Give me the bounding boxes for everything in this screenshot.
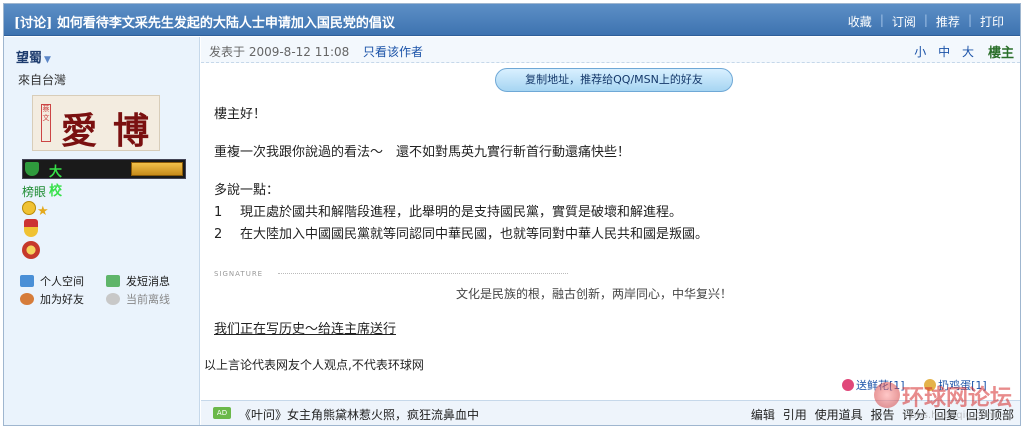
disclaimer: 以上言论代表网友个人观点,不代表环球网 (204, 358, 424, 372)
user-sidebar: 望蜀 ▼ 來自台灣 蔡文 愛 博 大 校 榜眼 ★ 个人空间 发短消息 加为好友 … (4, 37, 200, 425)
font-small-link[interactable]: 小 (914, 45, 926, 59)
offline-icon (106, 293, 120, 305)
list-item: 1 現正處於國共和解階段進程，此舉明的是支持國民黨，實質是破壞和解進程。 (214, 205, 683, 220)
globe-logo-icon (874, 382, 900, 408)
gold-rank-icon (131, 162, 183, 176)
signature-label: SIGNATURE (214, 270, 264, 278)
paragraph: 重複一次我跟你說過的看法～ 還不如對馬英九實行斬首行動還痛快些！ (214, 145, 631, 160)
thread-title-bar: [讨论] 如何看待李文采先生发起的大陆人士申请加入国民党的倡议 收藏 | 订阅 … (4, 4, 1020, 36)
rank-badge: 大 校 (22, 159, 186, 199)
watermark-brand: 环球网论坛 (902, 386, 1013, 411)
online-status: 当前离线 (106, 291, 170, 307)
recommend-button[interactable]: 推荐 (928, 13, 968, 30)
add-friend-icon (20, 293, 34, 305)
list-item: 2 在大陸加入中國國民黨就等同認同中華民國，也就等同對中華人民共和國是叛國。 (214, 227, 709, 242)
font-medium-link[interactable]: 中 (938, 45, 950, 59)
post-frame: [讨论] 如何看待李文采先生发起的大陆人士申请加入国民党的倡议 收藏 | 订阅 … (3, 3, 1021, 426)
thread-actions: 收藏 | 订阅 | 推荐 | 打印 (840, 13, 1012, 30)
user-location: 來自台灣 (18, 73, 67, 87)
greeting: 樓主好！ (214, 107, 267, 122)
ribbon-medal-icon (24, 219, 38, 237)
shield-icon (25, 162, 39, 176)
add-friend-link[interactable]: 加为好友 (20, 291, 84, 307)
edit-button[interactable]: 编辑 (751, 408, 775, 422)
signature-divider: SIGNATURE (214, 270, 574, 278)
message-icon (106, 275, 120, 287)
chevron-down-icon[interactable]: ▼ (44, 55, 51, 65)
quote-button[interactable]: 引用 (783, 408, 807, 422)
user-title: 榜眼 (22, 185, 47, 199)
site-watermark: 环球网论坛 bbs.huanqiu.com (874, 382, 1022, 429)
ad-link[interactable]: 《叶问》女主角熊黛林惹火照，疯狂流鼻血中 (239, 406, 479, 423)
ad-badge: AD (213, 407, 231, 419)
divider (278, 273, 568, 274)
rank-text: 大 校 (49, 165, 81, 199)
medal-row: ★ (22, 201, 50, 219)
font-size-switch: 小 中 大 (906, 43, 974, 60)
flower-icon (842, 379, 854, 391)
only-author-link[interactable]: 只看该作者 (363, 43, 423, 60)
floor-label: 樓主 (987, 46, 1014, 61)
post-time: 发表于 2009-8-12 11:08 (209, 45, 350, 59)
avatar-char: 愛 (61, 110, 98, 152)
avatar[interactable]: 蔡文 愛 博 (32, 95, 160, 152)
home-icon (20, 275, 34, 287)
history-link[interactable]: 我们正在写历史～给连主席送行 (214, 318, 396, 337)
username[interactable]: 望蜀 ▼ (16, 47, 51, 66)
print-button[interactable]: 打印 (972, 13, 1012, 30)
use-item-button[interactable]: 使用道具 (815, 408, 863, 422)
paragraph: 多說一點： (214, 183, 280, 198)
copy-address-button[interactable]: 复制地址，推荐给QQ/MSN上的好友 (495, 68, 733, 92)
avatar-char: 博 (113, 110, 150, 152)
favorite-button[interactable]: 收藏 (840, 13, 880, 30)
seal-stamp: 蔡文 (41, 104, 51, 142)
send-message-link[interactable]: 发短消息 (106, 273, 170, 289)
signature-text: 文化是民族的根，融古创新，两岸同心，中华复兴！ (456, 287, 733, 301)
thread-title: [讨论] 如何看待李文采先生发起的大陆人士申请加入国民党的倡议 (14, 16, 395, 31)
star-medal-icon: ★ (37, 204, 49, 219)
personal-space-link[interactable]: 个人空间 (20, 273, 84, 289)
watermark-url: bbs.huanqiu.com (910, 410, 997, 421)
post-info-bar: 发表于 2009-8-12 11:08 只看该作者 小 中 大 樓主 (201, 37, 1020, 63)
font-large-link[interactable]: 大 (962, 45, 974, 59)
smile-medal-icon (22, 201, 36, 215)
sun-medal-icon (22, 241, 40, 259)
subscribe-button[interactable]: 订阅 (884, 13, 924, 30)
